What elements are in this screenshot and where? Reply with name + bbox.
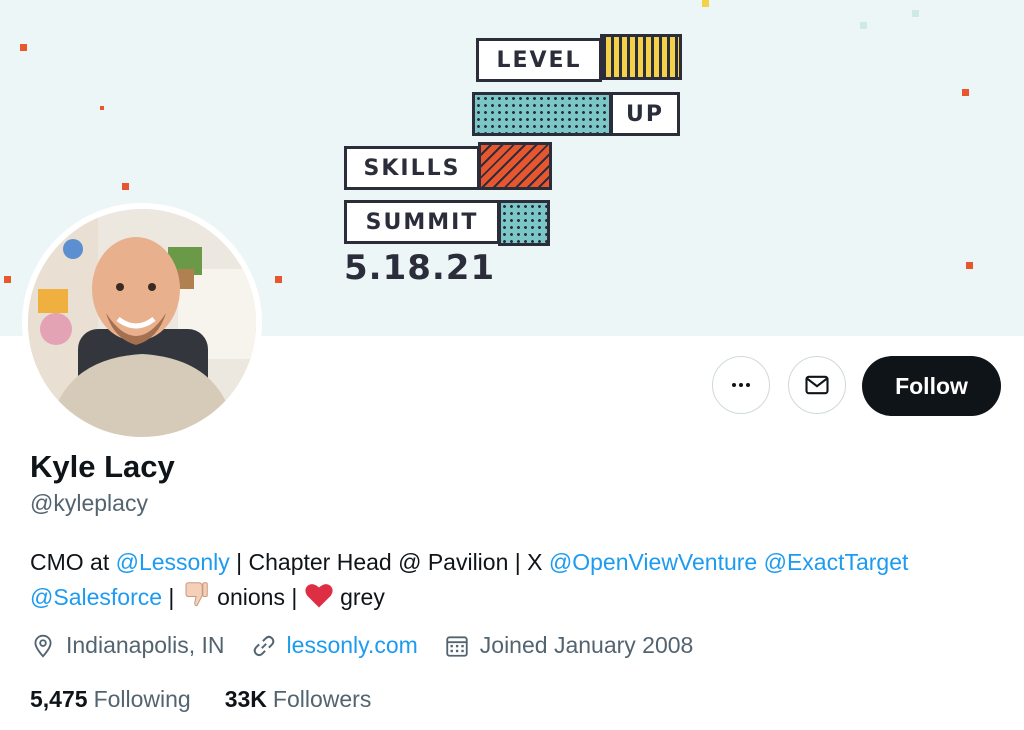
logo-word-skills: SKILLS: [344, 146, 480, 190]
confetti-dot: [122, 183, 129, 190]
mail-icon: [805, 375, 829, 395]
link-icon: [253, 635, 274, 656]
bio-text: onions |: [210, 584, 304, 610]
confetti-dot: [20, 44, 27, 51]
profile-avatar-frame[interactable]: [22, 203, 262, 443]
logo-word-summit: SUMMIT: [344, 200, 500, 244]
profile-handle: @kyleplacy: [30, 490, 148, 516]
mention-lessonly[interactable]: @Lessonly: [116, 549, 230, 575]
join-date: Joined January 2008: [444, 632, 694, 659]
confetti-dot: [100, 106, 104, 110]
following-label: Following: [93, 686, 191, 712]
location-text: Indianapolis, IN: [66, 632, 225, 658]
confetti-dot: [702, 0, 709, 7]
profile-bio: CMO at @Lessonly | Chapter Head @ Pavili…: [30, 545, 1010, 618]
more-icon: [732, 383, 750, 387]
logo-word-level: LEVEL: [476, 38, 602, 82]
red-heart-icon: [304, 581, 334, 618]
calendar-icon: [446, 635, 468, 657]
logo-stripes-yellow: [600, 34, 682, 80]
mention-openviewventure[interactable]: @OpenViewVenture: [549, 549, 757, 575]
confetti-dot: [912, 10, 919, 17]
follow-button[interactable]: Follow: [862, 356, 1001, 416]
event-date: 5.18.21: [344, 248, 496, 288]
bio-text: | Chapter Head @ Pavilion | X: [229, 549, 549, 575]
logo-stripes-orange: [478, 142, 552, 190]
mention-exacttarget[interactable]: @ExactTarget: [764, 549, 909, 575]
logo-word-up: UP: [610, 92, 680, 136]
logo-dots-teal-small: [498, 200, 550, 246]
followers-link[interactable]: 33K Followers: [225, 686, 372, 713]
website[interactable]: lessonly.com: [251, 632, 418, 659]
profile-name: Kyle Lacy: [30, 449, 175, 484]
following-count: 5,475: [30, 686, 88, 712]
website-link[interactable]: lessonly.com: [287, 632, 418, 659]
confetti-dot: [860, 22, 867, 29]
mention-salesforce[interactable]: @Salesforce: [30, 584, 162, 610]
more-options-button[interactable]: [712, 356, 770, 414]
thumbs-down-icon: [181, 579, 211, 618]
followers-label: Followers: [272, 686, 372, 712]
profile-meta: Indianapolis, IN lessonly.com Joined Jan…: [30, 632, 719, 659]
confetti-dot: [966, 262, 973, 269]
avatar-photo: [28, 209, 256, 437]
location: Indianapolis, IN: [30, 632, 225, 659]
location-pin-icon: [34, 634, 52, 658]
confetti-dot: [275, 276, 282, 283]
bio-text: |: [162, 584, 181, 610]
confetti-dot: [4, 276, 11, 283]
follow-stats: 5,475 Following 33K Followers: [30, 686, 405, 713]
avatar[interactable]: [28, 209, 256, 437]
logo-dots-teal: [472, 92, 612, 136]
confetti-dot: [962, 89, 969, 96]
bio-text: CMO at: [30, 549, 116, 575]
bio-text: grey: [333, 584, 385, 610]
followers-count: 33K: [224, 686, 267, 712]
message-button[interactable]: [788, 356, 846, 414]
following-link[interactable]: 5,475 Following: [30, 686, 191, 713]
join-date-text: Joined January 2008: [479, 632, 694, 658]
